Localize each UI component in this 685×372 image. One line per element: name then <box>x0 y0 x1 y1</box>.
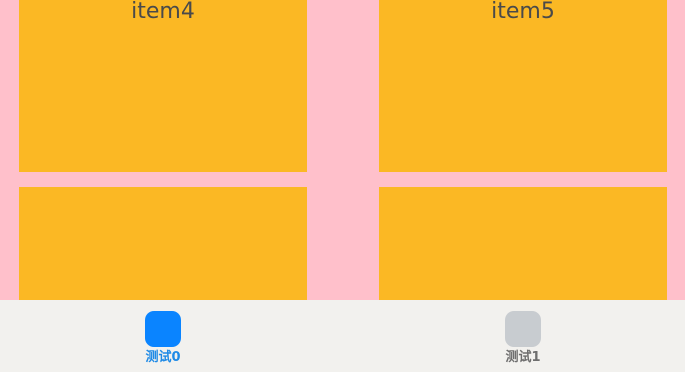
grid-container[interactable]: item4 item5 <box>0 0 685 300</box>
grid-item-4[interactable]: item4 <box>19 0 307 172</box>
tab-test0[interactable]: 测试0 <box>103 300 223 372</box>
rounded-square-icon <box>505 311 541 347</box>
grid-item-7[interactable] <box>379 187 667 300</box>
tab-label: 测试1 <box>505 350 541 365</box>
grid-item-label: item5 <box>491 0 555 24</box>
grid-item-5[interactable]: item5 <box>379 0 667 172</box>
grid-item-6[interactable] <box>19 187 307 300</box>
tab-bar: 测试0 测试1 <box>0 300 685 372</box>
tab-label: 测试0 <box>145 350 181 365</box>
rounded-square-icon <box>145 311 181 347</box>
tab-test1[interactable]: 测试1 <box>463 300 583 372</box>
grid-item-label: item4 <box>131 0 195 24</box>
